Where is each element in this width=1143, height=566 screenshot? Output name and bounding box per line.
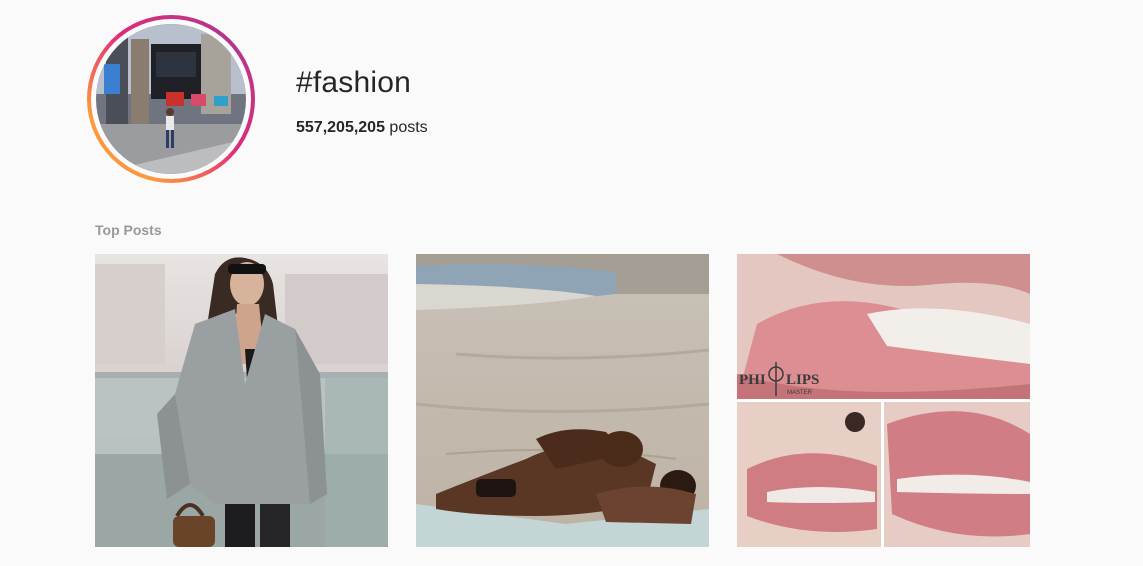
logo-text-lips: LIPS	[786, 372, 819, 388]
post-count-number: 557,205,205	[296, 119, 385, 136]
top-post-1[interactable]	[95, 254, 388, 547]
hashtag-title: #fashion	[296, 66, 412, 99]
top-post-3[interactable]: PHI LIPS MASTER	[737, 254, 1030, 547]
post-3-image: PHI LIPS MASTER	[737, 254, 1030, 547]
avatar-image	[96, 24, 246, 174]
logo-text-master: MASTER	[787, 390, 813, 396]
post-count: 557,205,205 posts	[296, 118, 428, 138]
post-count-suffix: posts	[384, 119, 428, 136]
post-2-image	[416, 254, 709, 547]
hashtag-avatar[interactable]	[87, 15, 255, 183]
hashtag-page: #fashion 557,205,205 posts Top Posts PHI…	[0, 0, 1143, 566]
logo-text-phi: PHI	[739, 372, 766, 388]
top-post-2[interactable]	[416, 254, 709, 547]
top-posts-grid: PHI LIPS MASTER	[95, 254, 1030, 547]
post-1-image	[95, 254, 388, 547]
top-posts-heading: Top Posts	[95, 222, 162, 238]
